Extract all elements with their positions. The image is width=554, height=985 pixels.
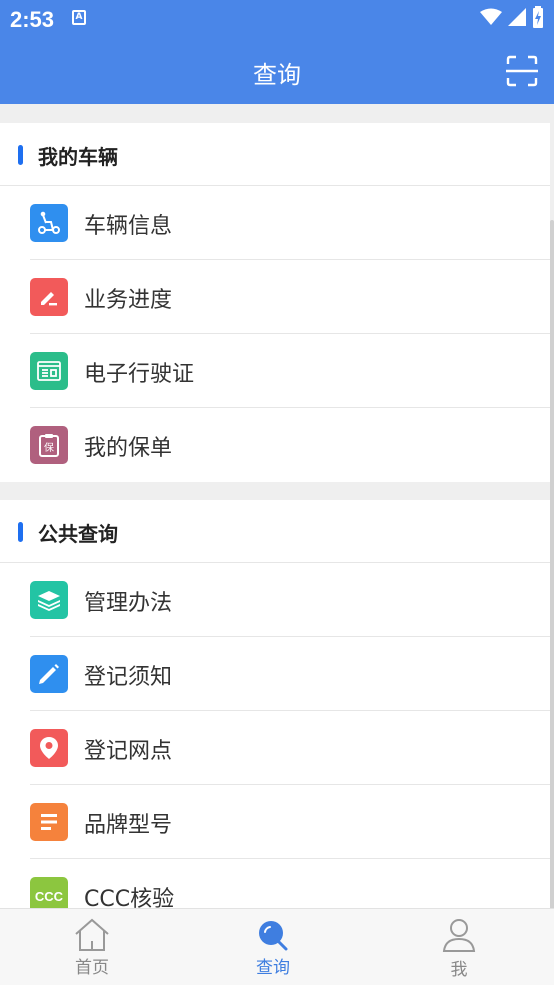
list-item-label: CCC核验 — [84, 887, 175, 908]
tab-label: 查询 — [256, 958, 290, 978]
tab-query[interactable]: 查询 — [181, 909, 365, 985]
section-marker — [18, 145, 23, 165]
list-item-label: 登记须知 — [84, 665, 173, 690]
content-scroll[interactable]: 我的车辆 车辆信息 业务进度 电子行驶证 保 我的保单 公共查询 管理办法 登记… — [0, 104, 554, 908]
tab-home[interactable]: 首页 — [0, 909, 184, 985]
tab-label: 我 — [450, 960, 468, 980]
tab-me[interactable]: 我 — [367, 909, 551, 985]
scan-icon — [506, 55, 538, 87]
list-item-business-progress[interactable]: 业务进度 — [0, 260, 550, 334]
list-item-ccc-verify[interactable]: CCC CCC核验 — [0, 859, 550, 908]
location-pin-icon — [30, 729, 68, 767]
list-item-label: 我的保单 — [84, 436, 173, 461]
title-bar: 查询 — [0, 38, 554, 104]
signal-icon — [508, 8, 526, 26]
section-title: 我的车辆 — [38, 145, 118, 169]
list-item-label: 业务进度 — [84, 288, 173, 313]
scrollbar[interactable] — [550, 220, 554, 908]
svg-text:保: 保 — [44, 441, 54, 454]
a-icon: A — [72, 10, 86, 25]
status-icons — [480, 6, 544, 28]
list-item-label: 电子行驶证 — [84, 362, 195, 387]
section-my-vehicles: 我的车辆 车辆信息 业务进度 电子行驶证 保 我的保单 — [0, 123, 550, 482]
section-public-query: 公共查询 管理办法 登记须知 登记网点 品牌型号 CCC CCC核验 — [0, 500, 550, 908]
list-item-label: 登记网点 — [84, 739, 173, 764]
layers-icon — [30, 581, 68, 619]
list-item-regulations[interactable]: 管理办法 — [0, 563, 550, 637]
scan-button[interactable] — [506, 55, 538, 87]
list-item-brand-model[interactable]: 品牌型号 — [0, 785, 550, 859]
list-item-registration-sites[interactable]: 登记网点 — [0, 711, 550, 785]
list-item-my-policy[interactable]: 保 我的保单 — [0, 408, 550, 482]
section-header: 公共查询 — [0, 500, 550, 563]
bottom-tab-bar: 首页 查询 我 — [0, 908, 554, 985]
search-icon — [259, 921, 288, 951]
status-time: 2:53 — [10, 7, 55, 32]
user-icon — [442, 919, 476, 952]
list-item-registration-notice[interactable]: 登记须知 — [0, 637, 550, 711]
home-icon — [75, 918, 109, 951]
list-item-label: 管理办法 — [84, 591, 173, 616]
list-item-vehicle-info[interactable]: 车辆信息 — [0, 186, 550, 260]
list-item-label: 品牌型号 — [84, 813, 173, 838]
wifi-icon — [480, 8, 502, 25]
list-item-e-license[interactable]: 电子行驶证 — [0, 334, 550, 408]
page-title: 查询 — [253, 61, 301, 89]
section-title: 公共查询 — [38, 522, 118, 546]
list-icon — [30, 803, 68, 841]
license-icon — [30, 352, 68, 390]
section-marker — [18, 522, 23, 542]
section-header: 我的车辆 — [0, 123, 550, 186]
ccc-icon: CCC — [30, 877, 68, 908]
battery-icon — [533, 6, 543, 28]
edit-icon — [30, 278, 68, 316]
list-item-label: 车辆信息 — [84, 214, 173, 239]
status-bar: 2:53 A — [0, 0, 554, 38]
tab-label: 首页 — [75, 958, 109, 978]
pencil-icon — [30, 655, 68, 693]
scooter-icon — [30, 204, 68, 242]
ccc-icon-text: CCC — [34, 888, 64, 904]
insurance-icon: 保 — [30, 426, 68, 464]
